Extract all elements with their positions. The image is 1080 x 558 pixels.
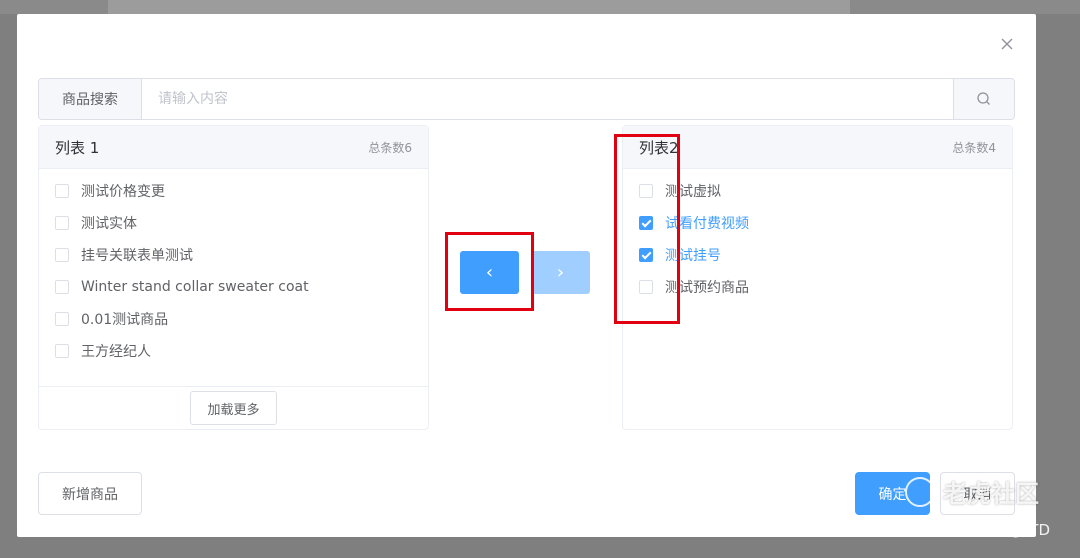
panel-title: 列表2 (639, 138, 679, 157)
list-item-label: 测试价格变更 (81, 184, 165, 200)
list-item[interactable]: Winter stand collar sweater coat (39, 271, 428, 303)
checkbox[interactable] (639, 280, 653, 294)
backdrop-left (0, 0, 108, 14)
checkbox[interactable] (55, 344, 69, 358)
transfer-dialog: 商品搜索 列表 1 总条数6 测试价格变更测试实体挂号关联表单测试 Winter … (17, 14, 1036, 537)
checkbox[interactable] (55, 312, 69, 326)
panel-footer: 加载更多 (39, 386, 428, 429)
list-item-label: 王方经纪人 (81, 344, 151, 360)
list-item-label: 测试预约商品 (665, 280, 749, 296)
list-item[interactable]: 测试挂号 (623, 239, 1012, 271)
list-item[interactable]: 测试价格变更 (39, 175, 428, 207)
backdrop-right (850, 0, 1080, 14)
panel-header: 列表 1 总条数6 (39, 126, 428, 169)
list-item[interactable]: 测试虚拟 (623, 175, 1012, 207)
checkbox-checked[interactable] (639, 216, 653, 230)
search-label: 商品搜索 (39, 79, 142, 119)
checkbox[interactable] (55, 184, 69, 198)
checkbox[interactable] (639, 184, 653, 198)
list-item-label: 试看付费视频 (665, 216, 749, 232)
panel-count: 总条数4 (952, 140, 996, 155)
list-item[interactable]: 王方经纪人 (39, 335, 428, 367)
load-more-button[interactable]: 加载更多 (190, 391, 277, 425)
list-item[interactable]: 试看付费视频 (623, 207, 1012, 239)
cancel-button[interactable]: 取消 (940, 472, 1015, 515)
backdrop-center (108, 0, 850, 14)
list-item[interactable]: 0.01测试商品 (39, 303, 428, 335)
list-item-label: 测试挂号 (665, 248, 721, 264)
checkbox[interactable] (55, 280, 69, 294)
search-input[interactable] (142, 79, 953, 119)
move-to-left-button[interactable]: ‹ (460, 251, 519, 294)
move-to-right-button[interactable]: › (531, 251, 590, 294)
add-product-button[interactable]: 新增商品 (38, 472, 142, 515)
checkbox-checked[interactable] (639, 248, 653, 262)
checkbox[interactable] (55, 248, 69, 262)
transfer-panel-left: 列表 1 总条数6 测试价格变更 测试实体挂号关联表单测试 Winter stand… (38, 125, 429, 430)
right-item-list: 测试虚拟试看付费视频 测试挂号测试预约商品 (623, 169, 1012, 303)
product-search-bar: 商品搜索 (38, 78, 1015, 120)
list-item[interactable]: 测试实体 (39, 207, 428, 239)
list-item[interactable]: 挂号关联表单测试 (39, 239, 428, 271)
list-item-label: 测试实体 (81, 216, 137, 232)
search-icon (977, 92, 990, 105)
close-icon[interactable] (998, 35, 1016, 53)
panel-header: 列表2 总条数4 (623, 126, 1012, 169)
left-item-list: 测试价格变更 测试实体挂号关联表单测试 Winter stand collar sw… (39, 169, 428, 367)
transfer-panel-right: 列表2 总条数4 测试虚拟试看付费视频 测试挂号测试预约商品 (622, 125, 1013, 430)
search-button[interactable] (953, 79, 1014, 119)
confirm-button[interactable]: 确定 (855, 472, 930, 515)
panel-title: 列表 1 (55, 138, 100, 157)
list-item-label: 挂号关联表单测试 (81, 248, 193, 264)
panel-count: 总条数6 (368, 140, 412, 155)
checkbox[interactable] (55, 216, 69, 230)
list-item-label: Winter stand collar sweater coat (81, 279, 309, 295)
list-item-label: 测试虚拟 (665, 184, 721, 200)
list-item[interactable]: 测试预约商品 (623, 271, 1012, 303)
chevron-left-icon: ‹ (485, 262, 494, 283)
list-item-label: 0.01测试商品 (81, 312, 169, 328)
chevron-right-icon: › (556, 262, 565, 283)
